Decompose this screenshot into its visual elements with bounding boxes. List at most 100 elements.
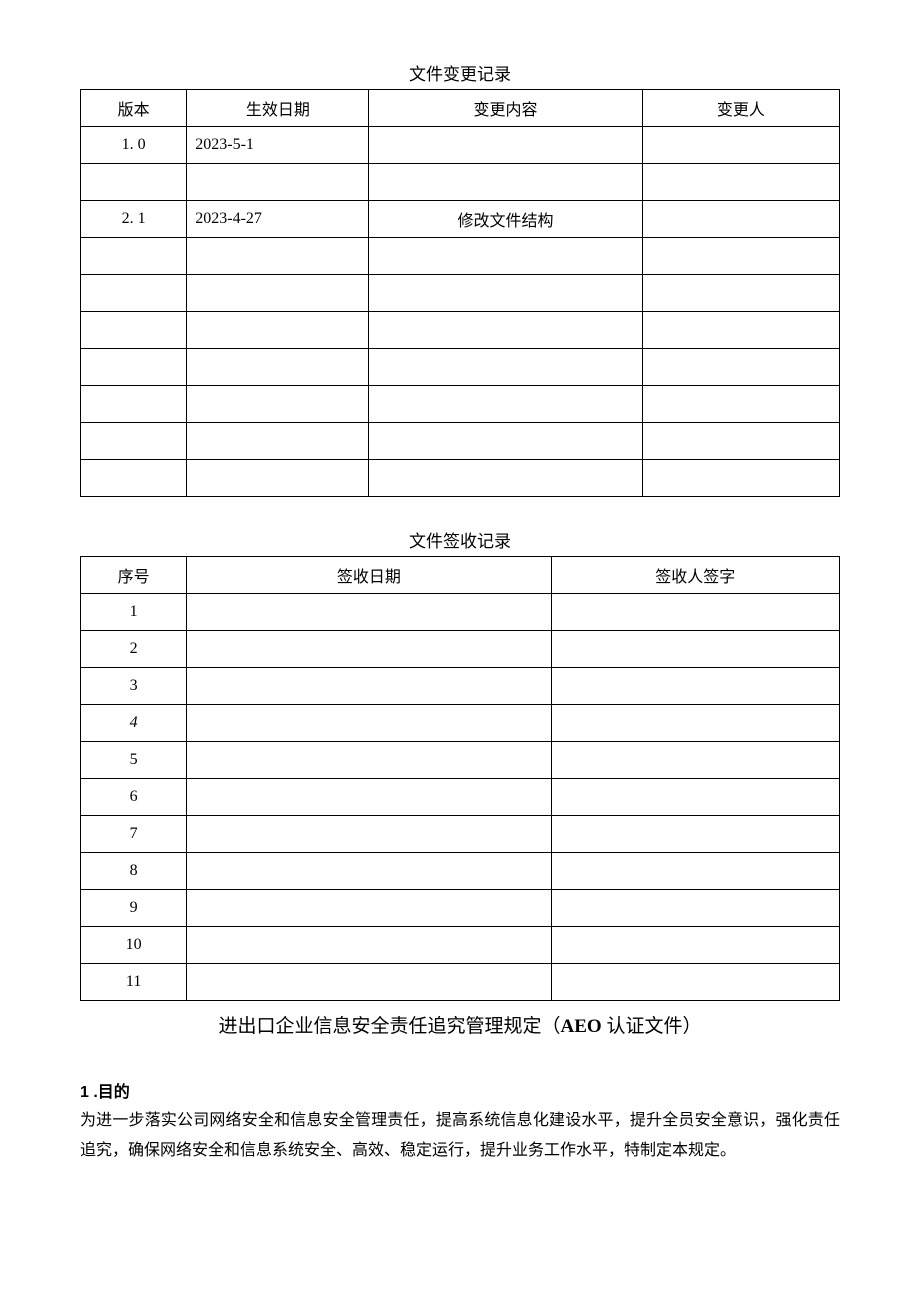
table-row: 2 [81, 631, 840, 668]
table-cell-no: 9 [81, 890, 187, 927]
table-cell [642, 238, 839, 275]
table-cell [81, 349, 187, 386]
table-cell [187, 423, 369, 460]
table-cell [187, 164, 369, 201]
section-1-number: 1 . [80, 1084, 98, 1101]
table-row: 6 [81, 779, 840, 816]
table-cell [642, 460, 839, 497]
table-row: 8 [81, 853, 840, 890]
table-cell [369, 275, 642, 312]
table-cell-date [187, 705, 551, 742]
table-cell [81, 238, 187, 275]
table-cell-no: 11 [81, 964, 187, 1001]
table-cell-date [187, 853, 551, 890]
table-header-row: 版本 生效日期 变更内容 变更人 [81, 90, 840, 127]
table-row: 11 [81, 964, 840, 1001]
table-cell-no: 3 [81, 668, 187, 705]
table-cell-date [187, 816, 551, 853]
table-row: 10 [81, 927, 840, 964]
table-cell [642, 164, 839, 201]
table-cell [642, 312, 839, 349]
table-cell [369, 349, 642, 386]
table-cell-sign [551, 927, 839, 964]
table-row [81, 238, 840, 275]
table-cell-date [187, 779, 551, 816]
table-row: 3 [81, 668, 840, 705]
table-cell: 1. 0 [81, 127, 187, 164]
table-cell-sign [551, 853, 839, 890]
table-cell [369, 312, 642, 349]
table-row: 1 [81, 594, 840, 631]
table-row: 1. 02023-5-1 [81, 127, 840, 164]
col-no: 序号 [81, 557, 187, 594]
col-change-content: 变更内容 [369, 90, 642, 127]
doc-title-aeo: AEO [561, 1016, 602, 1037]
change-log-table: 版本 生效日期 变更内容 变更人 1. 02023-5-1 2. 12023-4-… [80, 89, 840, 497]
table-cell [369, 423, 642, 460]
table-cell-date [187, 964, 551, 1001]
table-cell-no: 5 [81, 742, 187, 779]
table-cell [642, 127, 839, 164]
doc-title-prefix: 进出口企业信息安全责任追究管理规定（ [219, 1016, 561, 1037]
table-row [81, 312, 840, 349]
table-row [81, 275, 840, 312]
document-title: 进出口企业信息安全责任追究管理规定（AEO 认证文件） [80, 1011, 840, 1038]
table-cell-sign [551, 631, 839, 668]
col-changed-by: 变更人 [642, 90, 839, 127]
table-cell-sign [551, 779, 839, 816]
table-cell [369, 127, 642, 164]
table-cell-no: 2 [81, 631, 187, 668]
receipt-title: 文件签收记录 [80, 527, 840, 552]
table-cell: 修改文件结构 [369, 201, 642, 238]
table-row [81, 164, 840, 201]
table-cell [369, 460, 642, 497]
table-cell [81, 423, 187, 460]
table-row: 5 [81, 742, 840, 779]
table-cell [187, 386, 369, 423]
table-cell: 2023-4-27 [187, 201, 369, 238]
table-cell [81, 312, 187, 349]
table-cell-date [187, 668, 551, 705]
table-cell-date [187, 594, 551, 631]
table-cell [81, 460, 187, 497]
table-cell [369, 238, 642, 275]
table-cell-sign [551, 890, 839, 927]
table-cell-sign [551, 742, 839, 779]
table-cell-no: 1 [81, 594, 187, 631]
table-cell-no: 10 [81, 927, 187, 964]
table-cell-date [187, 890, 551, 927]
table-cell-date [187, 631, 551, 668]
table-row: 4 [81, 705, 840, 742]
section-1-label: 目的 [98, 1084, 130, 1101]
table-cell: 2. 1 [81, 201, 187, 238]
table-cell-sign [551, 705, 839, 742]
col-receipt-date: 签收日期 [187, 557, 551, 594]
table-cell [642, 201, 839, 238]
table-cell-no: 7 [81, 816, 187, 853]
table-cell-no: 8 [81, 853, 187, 890]
section-1-body: 为进一步落实公司网络安全和信息安全管理责任，提高系统信息化建设水平，提升全员安全… [80, 1106, 840, 1167]
table-row: 2. 12023-4-27修改文件结构 [81, 201, 840, 238]
col-signature: 签收人签字 [551, 557, 839, 594]
table-cell [187, 460, 369, 497]
table-cell [187, 312, 369, 349]
table-cell-date [187, 742, 551, 779]
table-cell [642, 349, 839, 386]
table-row [81, 349, 840, 386]
table-row: 9 [81, 890, 840, 927]
table-row [81, 423, 840, 460]
table-row [81, 386, 840, 423]
table-cell-sign [551, 816, 839, 853]
receipt-table: 序号 签收日期 签收人签字 1234567891011 [80, 556, 840, 1001]
change-log-title: 文件变更记录 [80, 60, 840, 85]
section-1-heading: 1 .目的 [80, 1078, 840, 1102]
table-cell-sign [551, 594, 839, 631]
table-cell [642, 275, 839, 312]
table-cell [369, 386, 642, 423]
doc-title-suffix: 认证文件） [602, 1016, 702, 1037]
table-cell [642, 423, 839, 460]
table-row [81, 460, 840, 497]
table-cell [187, 349, 369, 386]
col-version: 版本 [81, 90, 187, 127]
table-header-row: 序号 签收日期 签收人签字 [81, 557, 840, 594]
